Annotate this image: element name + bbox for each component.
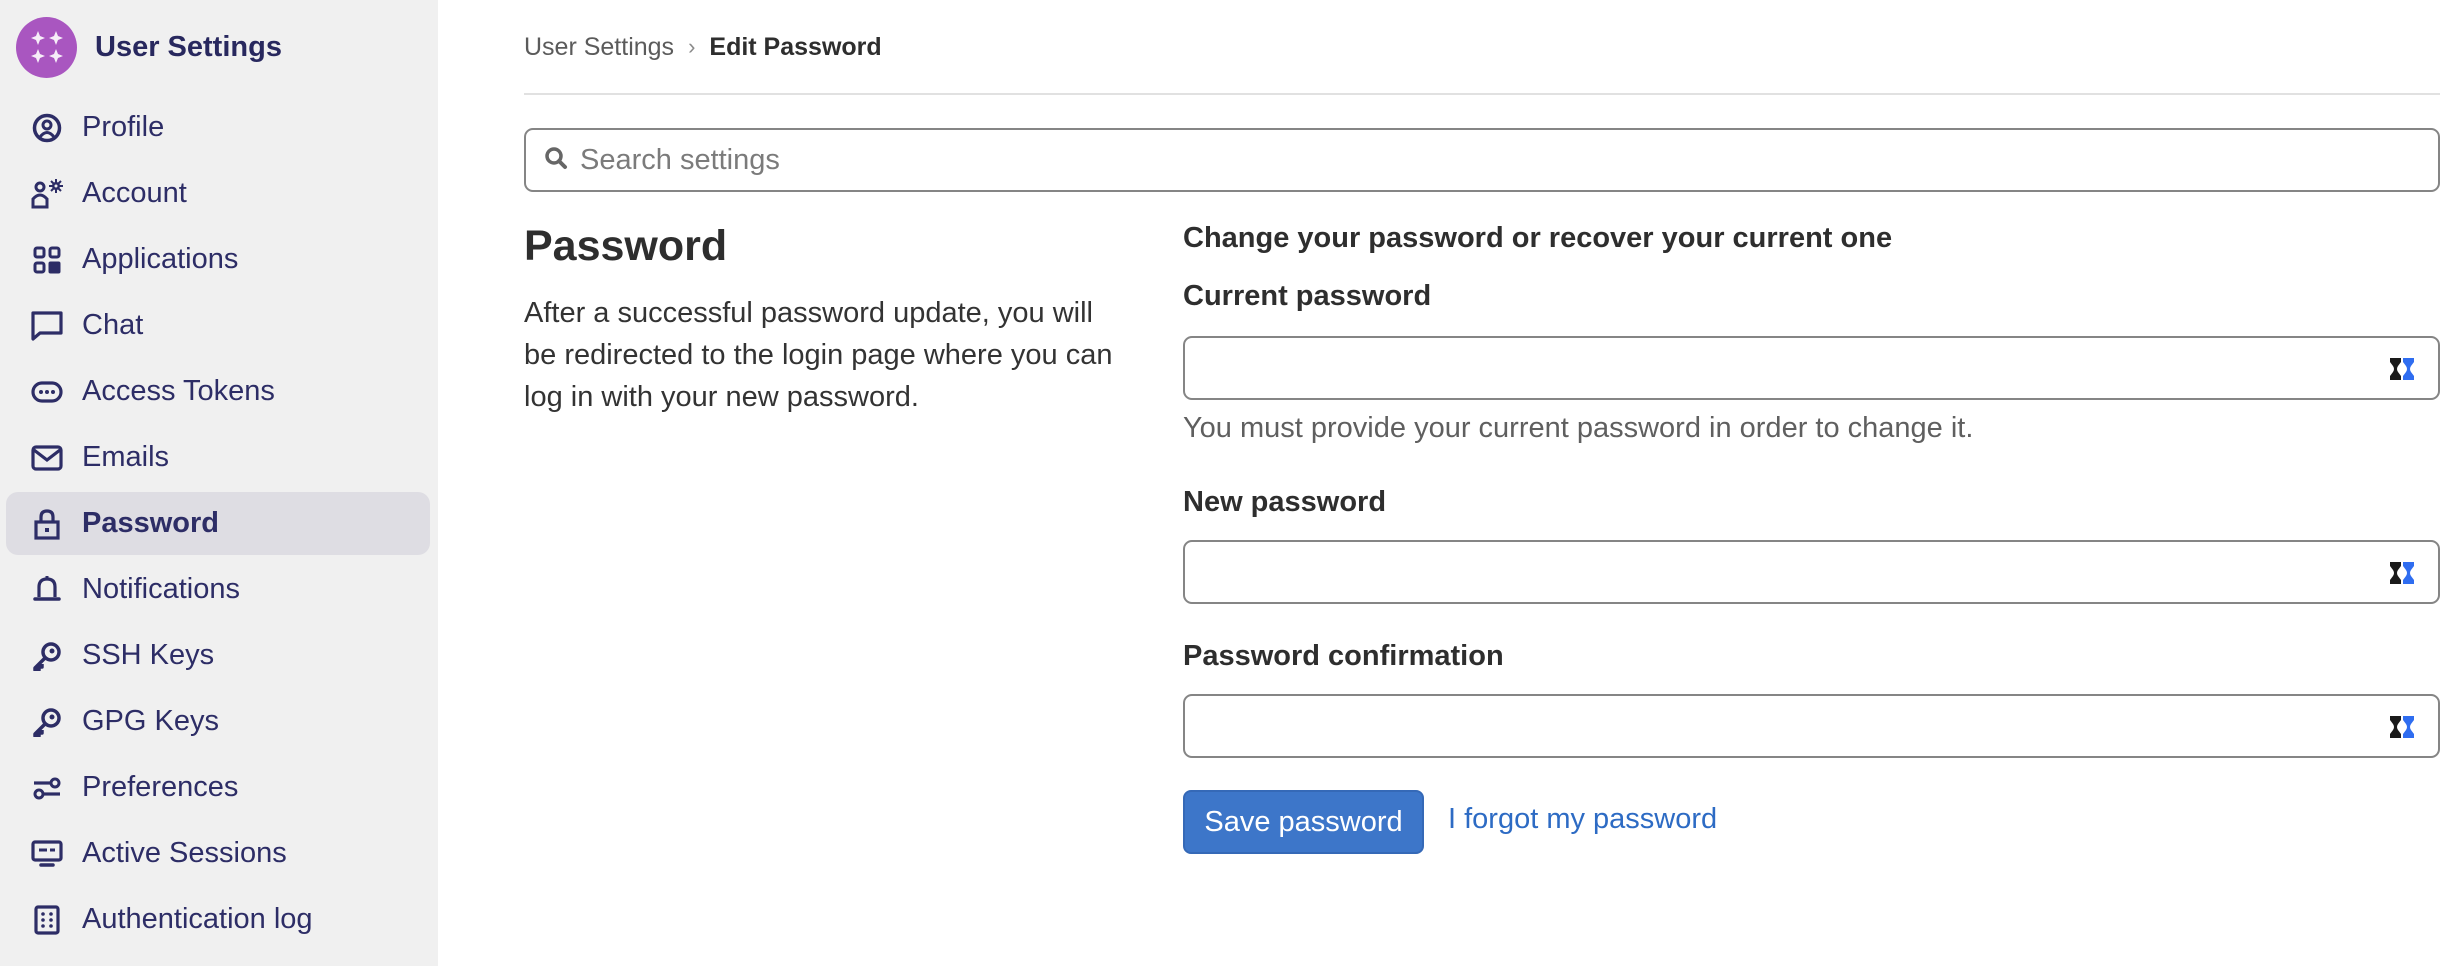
sidebar-item-authentication-log[interactable]: Authentication log: [6, 888, 430, 951]
sidebar-item-password[interactable]: Password: [6, 492, 430, 555]
sidebar-item-label: Password: [82, 507, 219, 539]
sidebar-item-label: Active Sessions: [82, 837, 287, 869]
sidebar-item-label: Applications: [82, 243, 239, 275]
sidebar-item-notifications[interactable]: Notifications: [6, 558, 430, 621]
password-confirmation-input[interactable]: [1201, 696, 2381, 754]
breadcrumb-parent-link[interactable]: User Settings: [524, 33, 674, 62]
sidebar-item-gpg-keys[interactable]: GPG Keys: [6, 690, 430, 753]
sidebar-item-label: Notifications: [82, 573, 240, 605]
sidebar-item-label: Authentication log: [82, 903, 313, 935]
preferences-icon: [30, 771, 64, 805]
new-password-label: New password: [1183, 486, 1387, 518]
sidebar-item-label: Access Tokens: [82, 375, 275, 407]
monitor-icon: [30, 837, 64, 871]
section-description: After a successful password update, you …: [524, 297, 1113, 413]
sidebar-item-applications[interactable]: Applications: [6, 228, 430, 291]
password-confirmation-label: Password confirmation: [1183, 640, 1504, 672]
section-title: Password: [524, 222, 728, 270]
save-password-button[interactable]: Save password: [1183, 790, 1424, 854]
sidebar: User Settings Profile Account Applicatio…: [0, 0, 438, 966]
sidebar-item-profile[interactable]: Profile: [6, 96, 430, 159]
applications-icon: [30, 243, 64, 277]
sidebar-item-ssh-keys[interactable]: SSH Keys: [6, 624, 430, 687]
sidebar-item-label: SSH Keys: [82, 639, 215, 671]
chevron-right-icon: ›: [688, 34, 696, 59]
password-confirmation-field-wrapper: [1183, 694, 2440, 758]
sidebar-nav: Profile Account Applications Chat Access…: [6, 96, 430, 954]
breadcrumb: User Settings › Edit Password: [524, 30, 882, 64]
account-icon: [30, 177, 64, 211]
sidebar-item-label: GPG Keys: [82, 705, 219, 737]
mail-icon: [30, 441, 64, 475]
bell-icon: [30, 573, 64, 607]
current-password-input[interactable]: [1201, 338, 2381, 396]
key-icon: [30, 639, 64, 673]
sidebar-item-label: Emails: [82, 441, 170, 473]
key-icon: [30, 705, 64, 739]
sidebar-item-label: Profile: [82, 111, 165, 143]
search-input[interactable]: [580, 143, 2380, 177]
password-manager-icon[interactable]: [2390, 358, 2414, 380]
current-password-field-wrapper: [1183, 336, 2440, 400]
profile-icon: [30, 111, 64, 145]
lock-icon: [30, 507, 64, 541]
sidebar-item-emails[interactable]: Emails: [6, 426, 430, 489]
forgot-password-link[interactable]: I forgot my password: [1448, 803, 1717, 836]
token-icon: [30, 375, 64, 409]
new-password-field-wrapper: [1183, 540, 2440, 604]
sidebar-item-preferences[interactable]: Preferences: [6, 756, 430, 819]
sidebar-title[interactable]: User Settings: [95, 31, 282, 64]
sidebar-item-chat[interactable]: Chat: [6, 294, 430, 357]
sidebar-item-label: Chat: [82, 309, 144, 341]
search-icon: [544, 146, 568, 175]
new-password-input[interactable]: [1201, 542, 2381, 600]
current-password-label: Current password: [1183, 280, 1432, 312]
current-password-help: You must provide your current password i…: [1183, 412, 1974, 444]
sidebar-header: User Settings: [16, 16, 282, 78]
password-manager-icon[interactable]: [2390, 716, 2414, 738]
sidebar-item-label: Preferences: [82, 771, 239, 803]
password-manager-icon[interactable]: [2390, 562, 2414, 584]
log-icon: [30, 903, 64, 937]
avatar-logo-icon[interactable]: [16, 16, 77, 78]
chat-icon: [30, 309, 64, 343]
sidebar-item-access-tokens[interactable]: Access Tokens: [6, 360, 430, 423]
search-box: [524, 128, 2440, 192]
sidebar-item-account[interactable]: Account: [6, 162, 430, 225]
sidebar-item-active-sessions[interactable]: Active Sessions: [6, 822, 430, 885]
header-divider: [524, 93, 2440, 95]
breadcrumb-current: Edit Password: [709, 32, 882, 61]
form-heading: Change your password or recover your cur…: [1183, 222, 1893, 254]
sidebar-item-label: Account: [82, 177, 187, 209]
